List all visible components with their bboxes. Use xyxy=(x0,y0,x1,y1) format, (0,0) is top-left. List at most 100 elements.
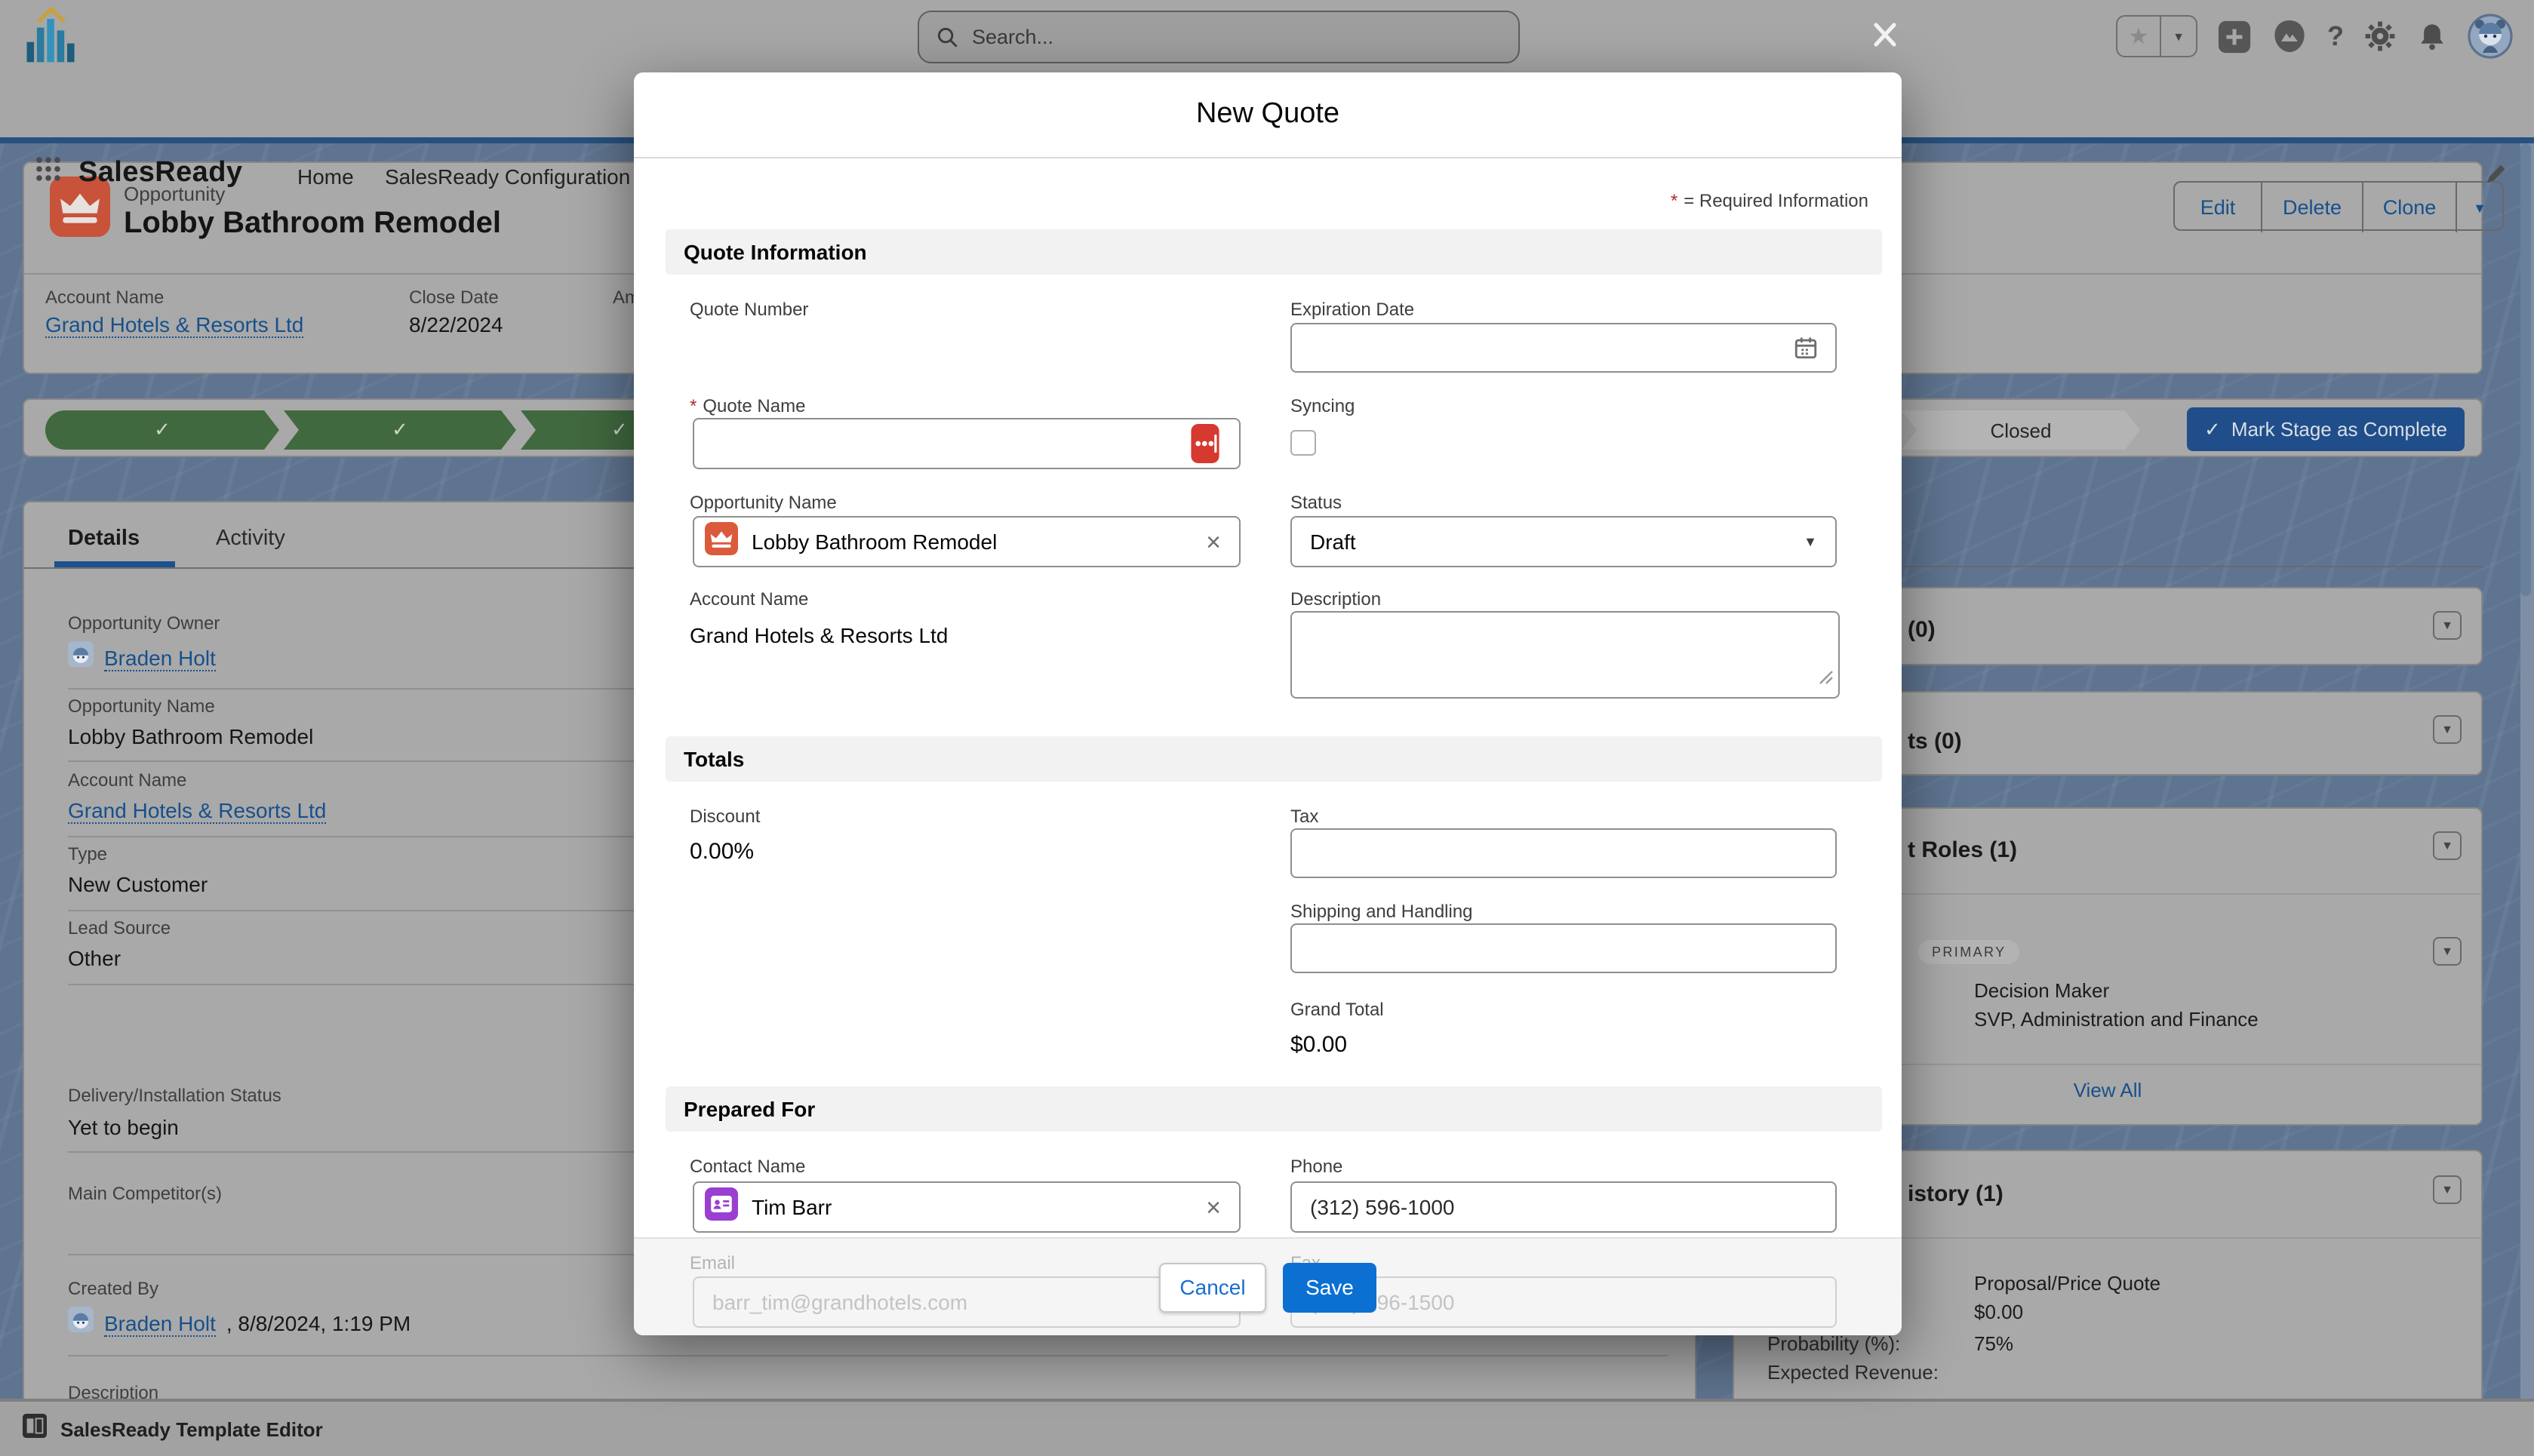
contact-role-row-menu-icon[interactable]: ▼ xyxy=(2433,937,2462,966)
active-tab-underline xyxy=(54,561,175,567)
field-label: Delivery/Installation Status xyxy=(68,1085,281,1106)
mark-stage-complete-button[interactable]: ✓ Mark Stage as Complete xyxy=(2187,407,2465,451)
highlight-field-label: Close Date xyxy=(409,287,499,308)
scrollbar-thumb[interactable] xyxy=(2520,143,2531,596)
calendar-icon[interactable] xyxy=(1793,335,1819,368)
description-label: Description xyxy=(1290,588,1381,610)
opportunity-name-value: Lobby Bathroom Remodel xyxy=(68,724,313,748)
related-card-2-title: ts (0) xyxy=(1908,729,1962,754)
field-label: Created By xyxy=(68,1278,158,1299)
stage-history-title: istory (1) xyxy=(1908,1181,2004,1207)
page-scrollbar[interactable] xyxy=(2520,143,2534,1456)
opportunity-lookup-pill[interactable]: Lobby Bathroom Remodel × xyxy=(693,516,1241,567)
edit-nav-pencil-icon[interactable] xyxy=(2484,161,2508,193)
password-manager-fill-icon[interactable] xyxy=(1191,424,1219,471)
discount-value: 0.00% xyxy=(690,839,754,865)
check-icon: ✓ xyxy=(392,418,408,442)
lead-source-value: Other xyxy=(68,946,121,970)
app-launcher-waffle-icon[interactable] xyxy=(35,155,62,190)
phone-input[interactable] xyxy=(1290,1181,1837,1233)
global-search[interactable] xyxy=(918,11,1520,63)
section-prepared-for: Prepared For xyxy=(666,1086,1882,1132)
contact-role-value: Decision Maker xyxy=(1974,979,2109,1002)
field-label: Opportunity Owner xyxy=(68,613,220,634)
close-date-value: 8/22/2024 xyxy=(409,312,503,336)
company-logo-icon[interactable] xyxy=(20,5,83,75)
field-label: Opportunity Name xyxy=(68,696,215,717)
favorites-dropdown-icon[interactable]: ▼ xyxy=(2160,17,2196,56)
tax-input[interactable] xyxy=(1290,828,1837,878)
template-editor-icon xyxy=(23,1413,47,1445)
quote-name-input[interactable] xyxy=(693,418,1241,469)
favorites-control[interactable]: ★ ▼ xyxy=(2116,15,2197,57)
contact-roles-menu-icon[interactable]: ▼ xyxy=(2433,831,2462,860)
clone-button[interactable]: Clone xyxy=(2362,183,2456,232)
field-label: Account Name xyxy=(68,769,186,791)
required-info-note: *= Required Information xyxy=(1671,190,1868,211)
record-title: Lobby Bathroom Remodel xyxy=(124,207,501,241)
delete-button[interactable]: Delete xyxy=(2261,183,2362,232)
modal-close-icon[interactable] xyxy=(1871,21,1899,48)
expiration-date-input[interactable] xyxy=(1290,323,1837,373)
favorite-star-icon[interactable]: ★ xyxy=(2117,17,2160,56)
quote-name-label: *Quote Name xyxy=(690,395,805,416)
probability-label: Probability (%): xyxy=(1767,1332,1900,1355)
grand-total-value: $0.00 xyxy=(1290,1032,1347,1058)
contact-lookup-pill[interactable]: Tim Barr × xyxy=(693,1181,1241,1233)
notifications-bell-icon[interactable] xyxy=(2416,20,2448,52)
expected-revenue-label: Expected Revenue: xyxy=(1767,1361,1939,1384)
edit-button[interactable]: Edit xyxy=(2175,183,2261,232)
record-action-group: Edit Delete Clone ▼ xyxy=(2173,181,2504,231)
account-name-link[interactable]: Grand Hotels & Resorts Ltd xyxy=(45,312,303,338)
tax-label: Tax xyxy=(1290,806,1318,827)
delivery-status-value: Yet to begin xyxy=(68,1115,179,1139)
grand-total-label: Grand Total xyxy=(1290,999,1384,1020)
description-textarea[interactable] xyxy=(1290,611,1840,699)
check-icon: ✓ xyxy=(154,418,171,442)
related-card-2-menu-icon[interactable]: ▼ xyxy=(2433,715,2462,744)
modal-title: New Quote xyxy=(1196,98,1339,131)
user-avatar[interactable] xyxy=(2468,14,2513,59)
trailhead-icon[interactable] xyxy=(2271,18,2308,54)
utility-bar: SalesReady Template Editor xyxy=(0,1399,2534,1456)
status-selected-value: Draft xyxy=(1310,530,1356,554)
account-name-detail-link[interactable]: Grand Hotels & Resorts Ltd xyxy=(68,798,326,824)
syncing-checkbox[interactable] xyxy=(1290,430,1316,456)
stage-history-amount-value: $0.00 xyxy=(1974,1301,2023,1323)
app-name: SalesReady xyxy=(78,156,242,189)
created-by-link[interactable]: Braden Holt xyxy=(104,1310,216,1336)
screen: ★ ▼ ? xyxy=(0,0,2534,1456)
tab-activity[interactable]: Activity xyxy=(216,527,285,551)
utility-bar-item-template-editor[interactable]: SalesReady Template Editor xyxy=(60,1418,323,1440)
status-label: Status xyxy=(1290,492,1342,513)
opportunity-crown-icon xyxy=(705,521,738,562)
nav-tab-home[interactable]: Home xyxy=(297,164,354,189)
status-select[interactable]: Draft ▼ xyxy=(1290,516,1837,567)
related-card-1-menu-icon[interactable]: ▼ xyxy=(2433,611,2462,640)
highlight-field-label: Account Name xyxy=(45,287,164,308)
setup-gear-icon[interactable] xyxy=(2363,20,2397,53)
tab-details[interactable]: Details xyxy=(68,527,140,551)
add-icon[interactable] xyxy=(2217,19,2252,54)
path-stage-complete-2[interactable]: ✓ xyxy=(284,410,516,450)
nav-tab-salesready-configuration[interactable]: SalesReady Configuration xyxy=(385,164,630,189)
phone-label: Phone xyxy=(1290,1156,1342,1177)
remove-opportunity-icon[interactable]: × xyxy=(1206,529,1221,554)
contact-pill-text: Tim Barr xyxy=(752,1195,1192,1219)
opportunity-owner-link[interactable]: Braden Holt xyxy=(104,645,216,671)
help-icon[interactable]: ? xyxy=(2327,20,2344,52)
created-by-datetime: , 8/8/2024, 1:19 PM xyxy=(226,1311,411,1335)
type-value: New Customer xyxy=(68,872,208,896)
shipping-input[interactable] xyxy=(1290,923,1837,973)
stage-history-menu-icon[interactable]: ▼ xyxy=(2433,1175,2462,1204)
check-icon: ✓ xyxy=(2204,417,2221,441)
save-button[interactable]: Save xyxy=(1283,1262,1376,1312)
contact-roles-title: t Roles (1) xyxy=(1908,837,2017,863)
textarea-resize-handle[interactable] xyxy=(1819,665,1834,693)
path-stage-closed[interactable]: Closed xyxy=(1902,410,2140,450)
path-stage-complete-1[interactable]: ✓ xyxy=(45,410,279,450)
search-input[interactable] xyxy=(972,26,1470,48)
remove-contact-icon[interactable]: × xyxy=(1206,1194,1221,1220)
cancel-button[interactable]: Cancel xyxy=(1159,1262,1266,1312)
syncing-label: Syncing xyxy=(1290,395,1355,416)
